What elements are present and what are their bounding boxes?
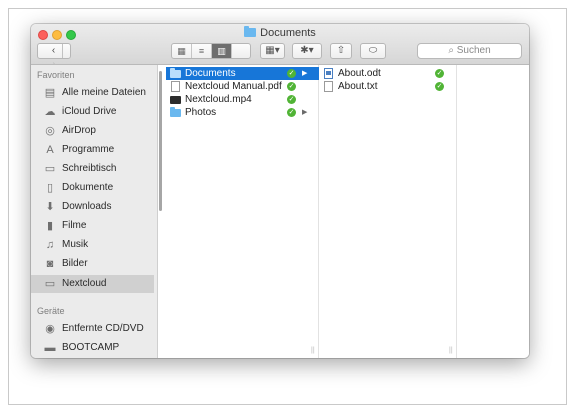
sidebar-item-label: Nextcloud — [62, 278, 107, 289]
search-input[interactable]: ⌕ Suchen — [417, 43, 522, 59]
sidebar-item-airdrop[interactable]: ◎ AirDrop — [31, 122, 154, 140]
file-name: Photos — [185, 107, 217, 118]
sidebar-item-musik[interactable]: ♫ Musik — [31, 236, 154, 254]
column-resize-handle[interactable]: || — [449, 347, 453, 354]
cloud-icon: ☁ — [44, 106, 56, 118]
sync-ok-icon: ✓ — [287, 69, 296, 78]
back-button[interactable]: ‹ — [46, 44, 63, 58]
sync-ok-icon: ✓ — [287, 108, 296, 117]
sidebar-item-bilder[interactable]: ◙ Bilder — [31, 255, 154, 273]
column-resize-handle[interactable]: || — [311, 347, 315, 354]
toolbar: Documents ‹› ▦ ≡ ▥ ▭ ▦▾ ✱▾ ⇧ ⬭ ⌕ Suchen — [31, 24, 529, 70]
sidebar-heading-favorites: Favoriten — [37, 70, 75, 80]
view-mode-selector: ▦ ≡ ▥ ▭ — [171, 43, 251, 59]
arrange-button[interactable]: ▦▾ — [260, 43, 285, 59]
sidebar-heading-devices: Geräte — [37, 306, 65, 316]
sidebar-item-all-files[interactable]: ▤ Alle meine Dateien — [31, 84, 154, 102]
folder-icon — [170, 107, 181, 117]
window-title: Documents — [31, 26, 529, 39]
sync-ok-icon: ✓ — [435, 82, 444, 91]
coverflow-view-button[interactable]: ▭ — [172, 58, 192, 59]
sidebar-item-label: Schreibtisch — [62, 163, 117, 174]
sidebar-item-schreibtisch[interactable]: ▭ Schreibtisch — [31, 160, 154, 178]
sidebar-item-dokumente[interactable]: ▯ Dokumente — [31, 179, 154, 197]
file-row-documents[interactable]: Documents ✓ ▶ — [166, 67, 319, 80]
sidebar-item-label: iCloud Drive — [62, 106, 117, 117]
browser-column-3 — [457, 65, 529, 358]
sidebar-scrollbar[interactable] — [159, 71, 162, 211]
sidebar-item-label: BOOTCAMP — [62, 342, 120, 353]
sidebar-item-label: Entfernte CD/DVD — [62, 323, 144, 334]
action-gear-button[interactable]: ✱▾ — [292, 43, 322, 59]
list-view-button[interactable]: ≡ — [192, 44, 212, 58]
folder-icon: ▭ — [44, 278, 56, 290]
downloads-icon: ⬇ — [45, 201, 55, 213]
disclosure-arrow-icon: ▶ — [302, 70, 308, 77]
desktop-icon: ▭ — [44, 163, 56, 175]
disclosure-arrow-icon: ▶ — [302, 109, 308, 116]
sidebar-item-icloud-drive[interactable]: ☁ iCloud Drive — [31, 103, 154, 121]
disc-icon: ◉ — [45, 323, 55, 335]
sidebar-item-label: Alle meine Dateien — [62, 87, 146, 98]
applications-icon: A — [46, 144, 54, 156]
navigation-buttons: ‹› — [37, 43, 71, 70]
sidebar-item-remote-disc[interactable]: ◉ Entfernte CD/DVD — [31, 320, 154, 338]
sidebar: Favoriten ▤ Alle meine Dateien ☁ iCloud … — [31, 65, 158, 358]
share-button[interactable]: ⇧ — [330, 43, 352, 59]
search-placeholder: Suchen — [456, 45, 491, 56]
window-title-label: Documents — [260, 27, 316, 39]
airdrop-icon: ◎ — [45, 125, 55, 137]
video-file-icon — [170, 96, 181, 104]
odt-document-icon — [324, 68, 333, 79]
file-row-about-odt[interactable]: About.odt ✓ — [319, 67, 457, 80]
sync-ok-icon: ✓ — [435, 69, 444, 78]
folder-icon — [244, 26, 257, 37]
file-row-nextcloud-manual[interactable]: Nextcloud Manual.pdf ✓ — [166, 80, 319, 93]
sidebar-item-programme[interactable]: A Programme — [31, 141, 154, 159]
sidebar-item-filme[interactable]: ▮ Filme — [31, 217, 154, 235]
file-row-nextcloud-video[interactable]: Nextcloud.mp4 ✓ — [166, 93, 319, 106]
sidebar-item-label: AirDrop — [62, 125, 96, 136]
all-files-icon: ▤ — [44, 87, 56, 99]
icon-view-button[interactable]: ▦ — [172, 44, 192, 58]
sidebar-item-downloads[interactable]: ⬇ Downloads — [31, 198, 154, 216]
sync-ok-icon: ✓ — [287, 95, 296, 104]
text-document-icon — [324, 81, 333, 92]
search-icon: ⌕ — [448, 45, 457, 56]
sidebar-item-label: Programme — [62, 144, 115, 155]
browser-column-2: About.odt ✓ About.txt ✓ || — [319, 65, 457, 358]
movies-icon: ▮ — [46, 220, 54, 232]
browser-column-1: Documents ✓ ▶ Nextcloud Manual.pdf ✓ Nex… — [166, 65, 319, 358]
sidebar-item-label: Musik — [62, 239, 89, 250]
file-name: Nextcloud.mp4 — [185, 94, 252, 105]
column-view-button[interactable]: ▥ — [212, 44, 232, 58]
pictures-icon: ◙ — [46, 258, 54, 270]
sidebar-item-label: Filme — [62, 220, 87, 231]
drive-icon: ▬ — [44, 342, 56, 354]
sidebar-item-label: Bilder — [62, 258, 88, 269]
file-name: About.odt — [338, 68, 381, 79]
file-name: Documents — [185, 68, 236, 79]
sidebar-item-bootcamp[interactable]: ▬ BOOTCAMP — [31, 339, 154, 357]
sidebar-item-nextcloud[interactable]: ▭ Nextcloud — [31, 275, 154, 293]
folder-icon — [170, 68, 181, 78]
music-icon: ♫ — [45, 239, 55, 251]
sidebar-item-label: Downloads — [62, 201, 112, 212]
file-name: About.txt — [338, 81, 378, 92]
file-row-about-txt[interactable]: About.txt ✓ — [319, 80, 457, 93]
sync-ok-icon: ✓ — [287, 82, 296, 91]
tags-button[interactable]: ⬭ — [360, 43, 386, 59]
documents-icon: ▯ — [46, 182, 54, 194]
file-row-photos[interactable]: Photos ✓ ▶ — [166, 106, 319, 119]
sidebar-item-label: Dokumente — [62, 182, 114, 193]
pdf-document-icon — [171, 81, 180, 92]
file-name: Nextcloud Manual.pdf — [185, 81, 282, 92]
finder-window: Documents ‹› ▦ ≡ ▥ ▭ ▦▾ ✱▾ ⇧ ⬭ ⌕ Suchen … — [31, 24, 529, 358]
